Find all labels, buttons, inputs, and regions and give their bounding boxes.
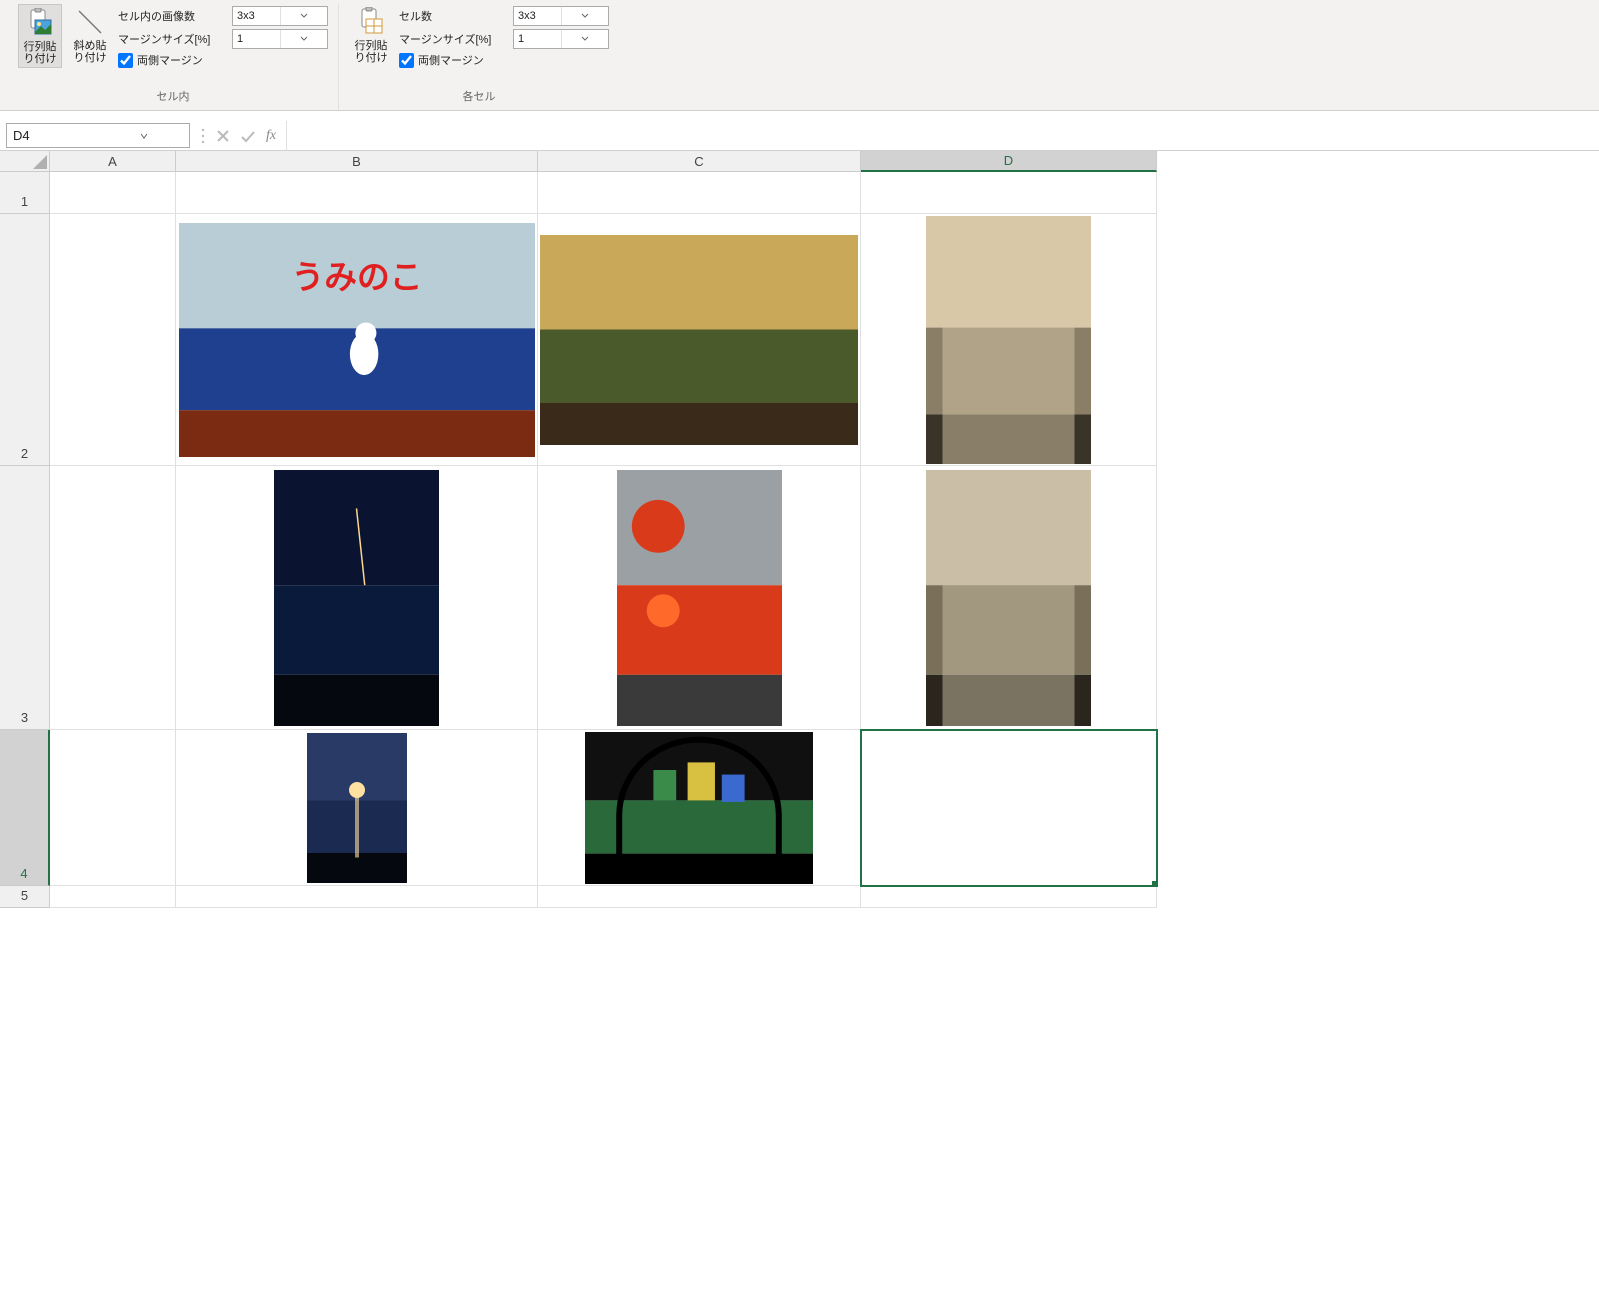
cell-A2[interactable] <box>50 214 176 466</box>
ribbon-group-cell-inner: 行列貼 り付け 斜め貼 り付け セル内の画像数 3x3 マージンサイズ[%] <box>8 4 339 110</box>
cell-D1[interactable] <box>861 172 1157 214</box>
svg-text:うみのこ: うみのこ <box>291 260 422 296</box>
paste-grid-button[interactable]: 行列貼 り付け <box>18 4 62 68</box>
cell-A5[interactable] <box>50 886 176 908</box>
cell-D3[interactable] <box>861 466 1157 730</box>
col-header-C[interactable]: C <box>538 151 861 172</box>
options-each-cell: セル数 3x3 マージンサイズ[%] 1 両側マージン <box>399 4 609 68</box>
cell-D5[interactable] <box>861 886 1157 908</box>
row-header-5[interactable]: 5 <box>0 886 50 908</box>
cancel-icon[interactable] <box>216 129 230 143</box>
clipboard-picture-icon <box>24 7 56 39</box>
image-arched-corridor[interactable] <box>926 216 1091 464</box>
paste-diagonal-label: 斜め貼 り付け <box>72 40 108 64</box>
chevron-down-icon <box>561 7 609 25</box>
col-header-A[interactable]: A <box>50 151 176 172</box>
cell-B2[interactable]: うみのこ <box>176 214 538 466</box>
dots-icon <box>200 127 206 145</box>
fx-icon[interactable]: fx <box>266 128 276 144</box>
paste-grid-label-2: 行列貼 り付け <box>353 40 389 64</box>
diagonal-icon <box>74 6 106 38</box>
cell-B5[interactable] <box>176 886 538 908</box>
cell-C5[interactable] <box>538 886 861 908</box>
name-box[interactable]: D4 <box>6 123 190 148</box>
name-box-value: D4 <box>7 128 98 143</box>
cell-D4[interactable] <box>861 730 1157 886</box>
cell-B1[interactable] <box>176 172 538 214</box>
clipboard-table-icon <box>355 6 387 38</box>
chevron-down-icon <box>561 30 609 48</box>
ribbon: 行列貼 り付け 斜め貼 り付け セル内の画像数 3x3 マージンサイズ[%] <box>0 0 1599 111</box>
cell-C1[interactable] <box>538 172 861 214</box>
cell-A1[interactable] <box>50 172 176 214</box>
cell-B3[interactable] <box>176 466 538 730</box>
formula-buttons: fx <box>190 121 286 150</box>
cell-B4[interactable] <box>176 730 538 886</box>
image-night-sky-meteor[interactable] <box>274 470 439 726</box>
row-header-2[interactable]: 2 <box>0 214 50 466</box>
margin-size-combo-2[interactable]: 1 <box>513 29 609 49</box>
images-per-cell-combo[interactable]: 3x3 <box>232 6 328 26</box>
image-hallway-stained-glass[interactable] <box>926 470 1091 726</box>
group-label-each-cell: 各セル <box>463 84 496 110</box>
cell-D2[interactable] <box>861 214 1157 466</box>
paste-grid-label: 行列貼 り付け <box>23 41 57 65</box>
image-moonrise-sea[interactable] <box>307 733 407 883</box>
cell-count-combo[interactable]: 3x3 <box>513 6 609 26</box>
col-header-D[interactable]: D <box>861 151 1157 172</box>
chevron-down-icon <box>280 7 328 25</box>
select-all-corner[interactable] <box>0 151 50 172</box>
cell-C4[interactable] <box>538 730 861 886</box>
both-margin-checkbox[interactable]: 両側マージン <box>118 52 328 68</box>
enter-icon[interactable] <box>240 129 256 143</box>
image-tea-shop-market[interactable] <box>540 235 858 445</box>
row-header-3[interactable]: 3 <box>0 466 50 730</box>
spreadsheet-grid: ABCD 12 うみのこ 3 4 <box>0 151 1599 908</box>
image-seagull-ship-umi-no-ko[interactable]: うみのこ <box>179 223 535 457</box>
cell-C3[interactable] <box>538 466 861 730</box>
options-cell-inner: セル内の画像数 3x3 マージンサイズ[%] 1 両側マージン <box>118 4 328 68</box>
cell-A3[interactable] <box>50 466 176 730</box>
cell-C2[interactable] <box>538 214 861 466</box>
chevron-down-icon <box>280 30 328 48</box>
chevron-down-icon <box>98 131 189 141</box>
margin-size-combo[interactable]: 1 <box>232 29 328 49</box>
margin-size-label-2: マージンサイズ[%] <box>399 31 509 47</box>
image-stained-glass-window[interactable] <box>585 732 813 884</box>
both-margin-checkbox-2[interactable]: 両側マージン <box>399 52 609 68</box>
cell-count-label: セル数 <box>399 8 509 24</box>
margin-size-label: マージンサイズ[%] <box>118 31 228 47</box>
images-per-cell-label: セル内の画像数 <box>118 8 228 24</box>
row-header-1[interactable]: 1 <box>0 172 50 214</box>
formula-bar: D4 fx <box>0 121 1599 151</box>
paste-grid-button-2[interactable]: 行列貼 り付け <box>349 4 393 66</box>
ribbon-group-each-cell: 行列貼 り付け セル数 3x3 マージンサイズ[%] 1 <box>339 4 619 110</box>
cell-A4[interactable] <box>50 730 176 886</box>
paste-diagonal-button[interactable]: 斜め貼 り付け <box>68 4 112 66</box>
row-header-4[interactable]: 4 <box>0 730 50 886</box>
col-header-B[interactable]: B <box>176 151 538 172</box>
formula-input[interactable] <box>286 121 1599 150</box>
image-lanterns-stairs[interactable] <box>617 470 782 726</box>
group-label-cell-inner: セル内 <box>157 84 190 110</box>
